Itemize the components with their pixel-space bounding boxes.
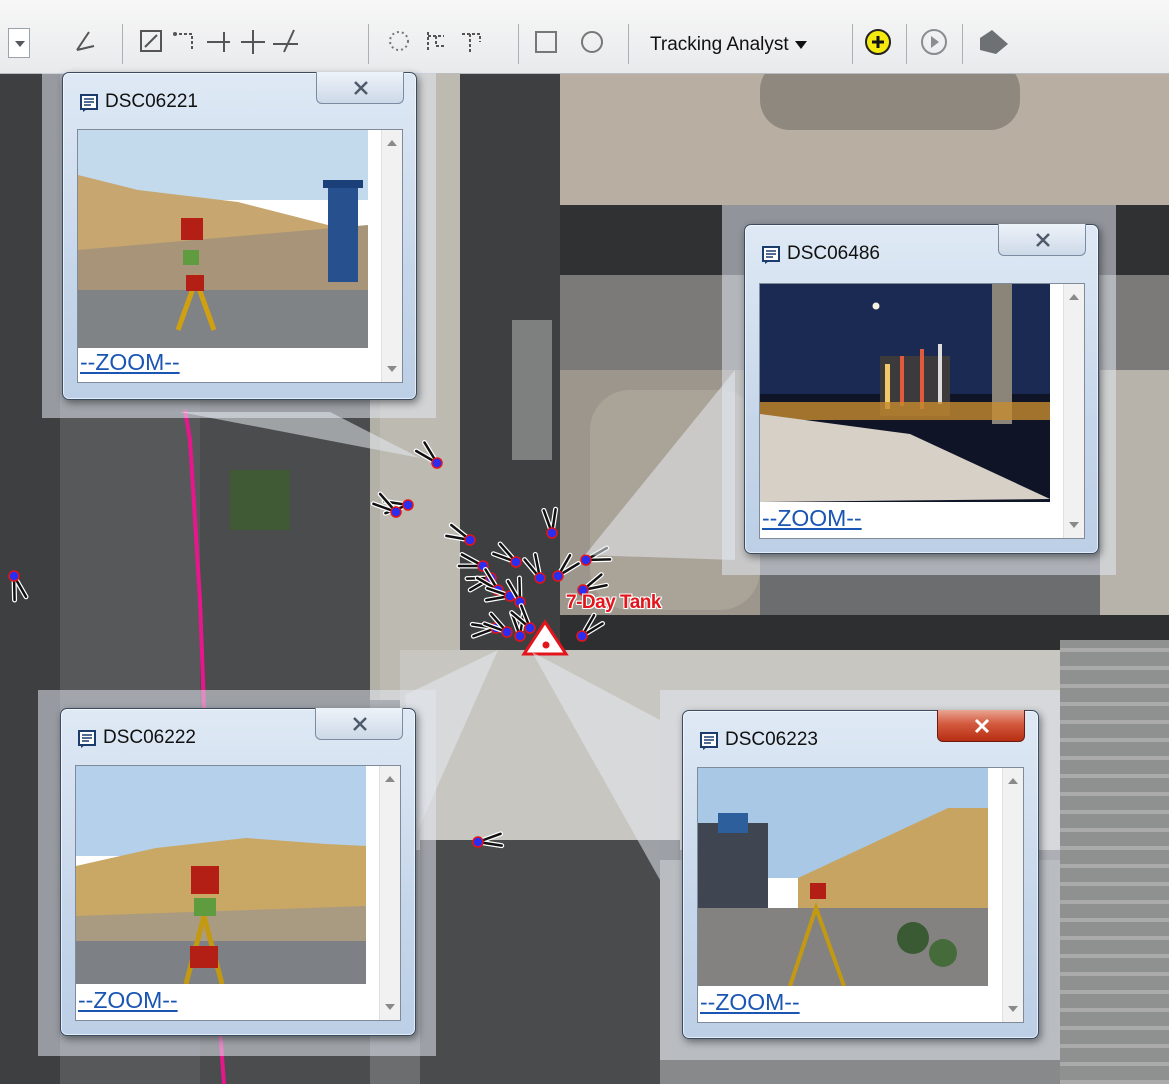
measure-angle-icon[interactable] (270, 22, 302, 56)
vertical-scrollbar[interactable] (1002, 768, 1023, 1022)
close-button[interactable] (937, 710, 1025, 742)
popup-title: DSC06486 (787, 243, 880, 264)
photo-popup-dsc06221: DSC06221 --ZOOM-- (62, 72, 417, 400)
popup-title: DSC06221 (105, 91, 198, 112)
circle-icon[interactable] (578, 22, 606, 56)
popup-window-icon (762, 246, 780, 264)
photo-thumbnail[interactable] (76, 766, 366, 984)
tracking-analyst-label: Tracking Analyst (650, 34, 789, 55)
add-data-icon[interactable] (862, 22, 894, 56)
zoom-link[interactable]: --ZOOM-- (762, 505, 862, 532)
trace-segments-icon[interactable] (456, 22, 488, 56)
popup-content: --ZOOM-- (75, 765, 401, 1021)
photo-thumbnail[interactable] (760, 284, 1050, 502)
popup-window-icon (78, 730, 96, 748)
photo-thumbnail[interactable] (698, 768, 988, 986)
popup-title: DSC06222 (103, 727, 196, 748)
scroll-up-icon[interactable] (387, 140, 397, 146)
split-line-icon[interactable] (204, 22, 234, 56)
trace-icon[interactable] (422, 22, 452, 56)
popup-title: DSC06223 (725, 729, 818, 750)
edit-vertex-icon[interactable] (136, 22, 166, 56)
close-icon (974, 718, 990, 734)
add-point-icon[interactable] (238, 22, 268, 56)
vertical-scrollbar[interactable] (1063, 284, 1084, 538)
photo-thumbnail[interactable] (78, 130, 368, 348)
popup-content: --ZOOM-- (759, 283, 1085, 539)
cluster-icon[interactable] (384, 22, 414, 56)
scroll-up-icon[interactable] (1008, 778, 1018, 784)
zoom-link[interactable]: --ZOOM-- (78, 987, 178, 1014)
popup-content: --ZOOM-- (697, 767, 1024, 1023)
photo-popup-dsc06223: DSC06223 --ZOOM-- (682, 710, 1039, 1039)
zoom-link[interactable]: --ZOOM-- (700, 989, 800, 1016)
photo-popup-dsc06222: DSC06222 --ZOOM-- (60, 708, 416, 1036)
close-button[interactable] (316, 72, 404, 104)
dropdown-arrow-icon[interactable] (8, 28, 30, 58)
tag-icon[interactable] (976, 22, 1012, 56)
scroll-up-icon[interactable] (1069, 294, 1079, 300)
close-icon (354, 81, 368, 95)
toolbar: Tracking Analyst (0, 0, 1169, 74)
popup-content: --ZOOM-- (77, 129, 403, 383)
tracking-analyst-menu[interactable]: Tracking Analyst (650, 34, 807, 56)
close-icon (353, 717, 367, 731)
close-button[interactable] (315, 708, 403, 740)
photo-popup-dsc06486: DSC06486 --ZOOM-- (744, 224, 1099, 554)
scroll-up-icon[interactable] (385, 776, 395, 782)
playback-icon[interactable] (918, 22, 950, 56)
popup-window-icon (700, 732, 718, 750)
scroll-down-icon[interactable] (387, 366, 397, 372)
chevron-down-icon (794, 40, 807, 49)
select-features-icon[interactable] (72, 22, 102, 56)
feature-label-7-day-tank: 7-Day Tank (566, 592, 661, 613)
vertical-scrollbar[interactable] (381, 130, 402, 382)
vertical-scrollbar[interactable] (379, 766, 400, 1020)
scroll-down-icon[interactable] (385, 1004, 395, 1010)
close-icon (1036, 233, 1050, 247)
zoom-link[interactable]: --ZOOM-- (80, 349, 180, 376)
reshape-icon[interactable] (170, 22, 200, 56)
rectangle-icon[interactable] (532, 22, 560, 56)
scroll-down-icon[interactable] (1008, 1006, 1018, 1012)
popup-window-icon (80, 94, 98, 112)
scroll-down-icon[interactable] (1069, 522, 1079, 528)
close-button[interactable] (998, 224, 1086, 256)
